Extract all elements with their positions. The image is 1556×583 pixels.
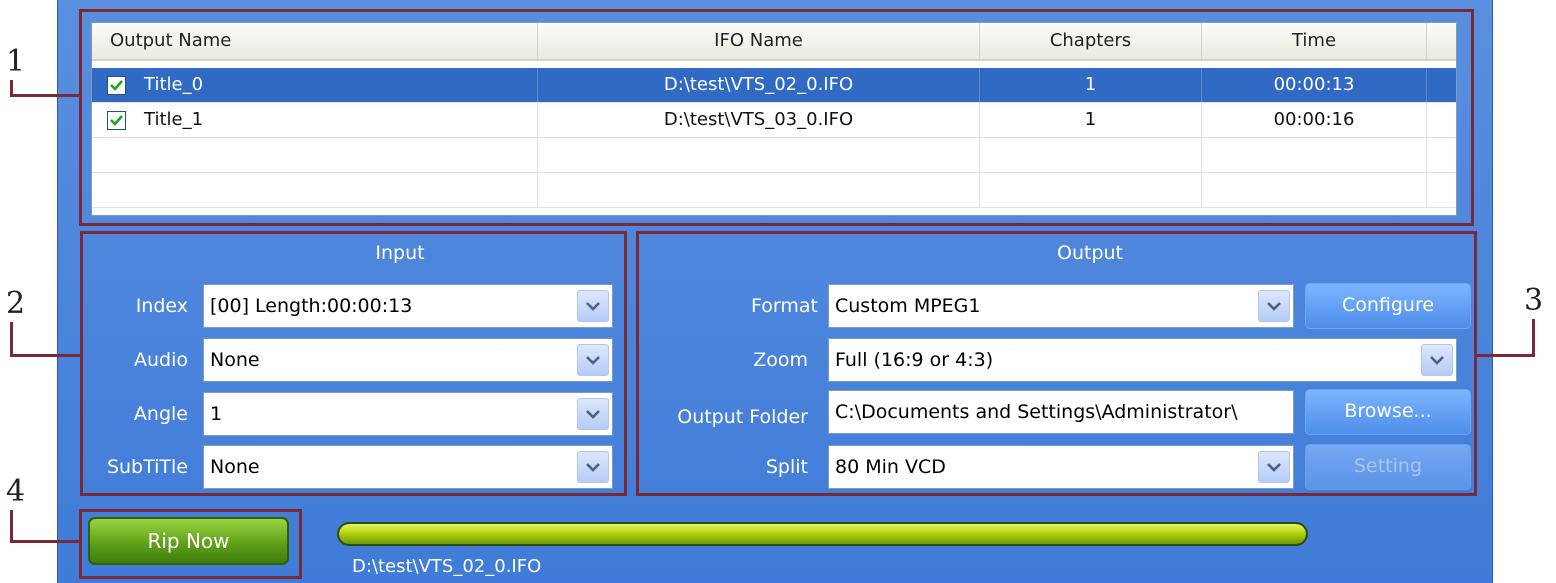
callout-number-3: 3 [1524,283,1544,318]
callout-line-2 [10,322,13,357]
callout-line-1 [10,94,81,97]
callout-box-3 [636,231,1477,496]
callout-line-3 [1475,354,1535,357]
progress-fill [339,524,1306,544]
callout-box-1 [79,9,1474,226]
callout-box-2 [80,231,627,496]
callout-line-3 [1532,319,1535,357]
callout-line-4 [10,540,81,543]
callout-number-1: 1 [6,44,26,79]
rip-progress-bar [337,522,1308,546]
callout-box-4 [79,509,302,579]
status-text: D:\test\VTS_02_0.IFO [352,556,542,577]
callout-number-4: 4 [6,474,26,509]
callout-number-2: 2 [6,286,26,321]
callout-line-4 [10,510,13,543]
callout-line-2 [10,354,82,357]
